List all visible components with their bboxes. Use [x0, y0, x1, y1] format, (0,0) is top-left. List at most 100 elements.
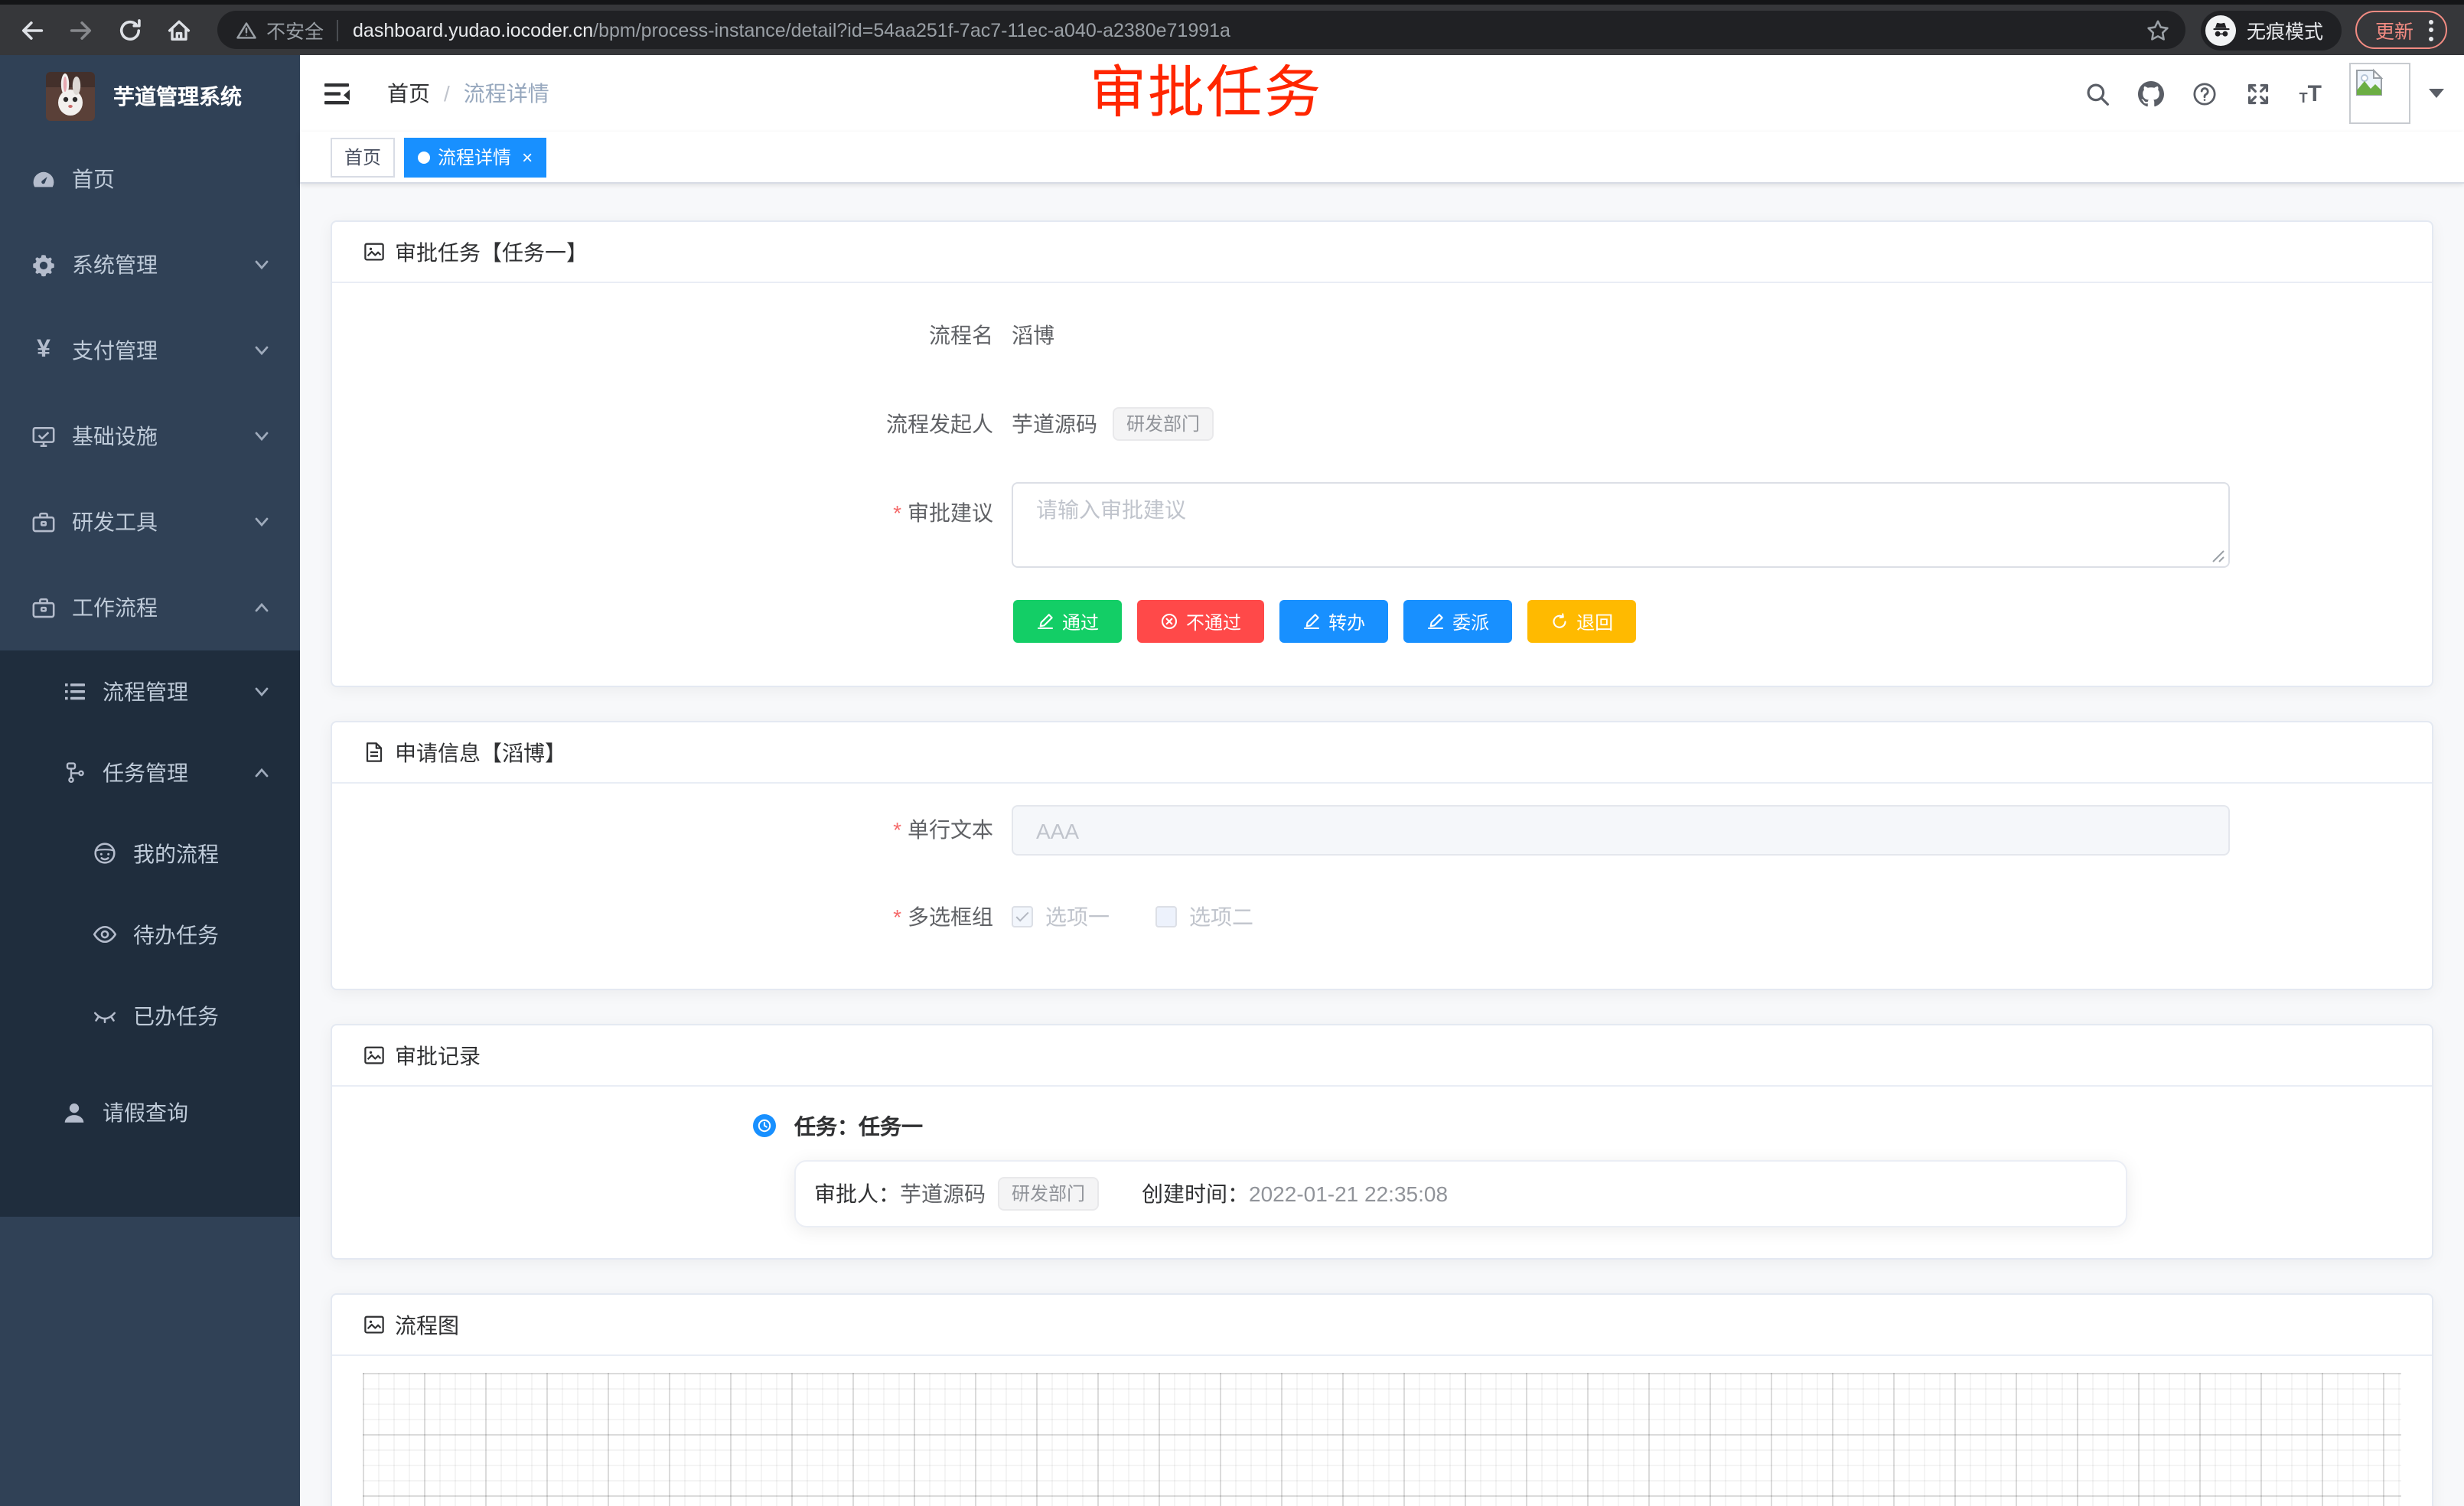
- browser-menu-icon[interactable]: [2424, 19, 2438, 41]
- sidebar-item-label: 基础设施: [72, 421, 158, 451]
- suggestion-textarea-wrap: [1012, 482, 2230, 572]
- sidebar-item-workflow[interactable]: 工作流程: [0, 565, 300, 650]
- list-tree-icon: [61, 678, 87, 704]
- not-secure-icon: [236, 19, 257, 41]
- return-button[interactable]: 退回: [1527, 600, 1636, 643]
- card-title: 审批任务【任务一】: [395, 236, 588, 267]
- sidebar-item-label: 支付管理: [72, 335, 158, 366]
- sidebar-item-leave-query[interactable]: 请假查询: [0, 1056, 300, 1169]
- sidebar-collapse-icon[interactable]: [324, 82, 350, 105]
- circle-close-icon: [1160, 612, 1178, 631]
- browser-reload-icon[interactable]: [116, 16, 144, 44]
- tab-process-detail[interactable]: 流程详情 ×: [404, 137, 546, 177]
- textarea-resize-handle[interactable]: [2211, 549, 2225, 563]
- delegate-button[interactable]: 委派: [1403, 600, 1512, 643]
- tab-close-icon[interactable]: ×: [522, 148, 533, 166]
- initiator-label: 流程发起人: [363, 393, 1012, 455]
- picture-icon: [363, 1044, 386, 1067]
- bpmn-canvas[interactable]: [363, 1373, 2401, 1506]
- github-icon[interactable]: [2139, 80, 2165, 106]
- tab-home[interactable]: 首页: [331, 137, 395, 177]
- form-row-checkboxes: 多选框组 选项一 选项二: [363, 886, 2401, 947]
- sidebar-item-label: 请假查询: [103, 1097, 188, 1128]
- help-icon[interactable]: [2192, 80, 2218, 106]
- transfer-button[interactable]: 转办: [1279, 600, 1388, 643]
- user-icon: [61, 1100, 87, 1126]
- monitor-icon: [31, 423, 57, 449]
- sidebar-item-label: 已办任务: [133, 1000, 219, 1031]
- sidebar-item-task-management[interactable]: 任务管理: [0, 732, 300, 813]
- timeline-detail-card: 审批人： 芋道源码 研发部门 创建时间： 2022-01-21 22:35:08: [794, 1160, 2127, 1227]
- address-bar[interactable]: 不安全 dashboard.yudao.iocoder.cn/bpm/proce…: [217, 11, 2185, 49]
- sidebar-item-process-management[interactable]: 流程管理: [0, 650, 300, 732]
- chevron-down-icon: [254, 683, 269, 699]
- refresh-left-icon: [1550, 612, 1569, 631]
- sidebar-item-done-tasks[interactable]: 已办任务: [0, 975, 300, 1056]
- picture-icon: [363, 240, 386, 263]
- browser-update-button[interactable]: 更新: [2355, 11, 2447, 49]
- approval-timeline: 任务：任务一 审批人： 芋道源码 研发部门 创建时间： 2022-01-21 2…: [753, 1108, 2401, 1227]
- url-path: /bpm/process-instance/detail?id=54aa251f…: [593, 19, 1230, 41]
- red-annotation: 审批任务: [1090, 64, 1322, 121]
- broken-image-icon: [2354, 67, 2384, 98]
- yen-icon: ¥: [31, 337, 57, 363]
- approver-value: 芋道源码: [900, 1178, 986, 1209]
- card-title: 审批记录: [395, 1040, 481, 1071]
- checkbox-group-label: 多选框组: [363, 886, 1012, 947]
- checkbox-option-1: 选项一: [1012, 886, 1110, 947]
- tab-label: 流程详情: [438, 144, 511, 170]
- browser-forward-icon[interactable]: [67, 16, 95, 44]
- checkbox-label: 选项一: [1045, 886, 1110, 947]
- picture-icon: [363, 1313, 386, 1336]
- browser-home-icon[interactable]: [165, 16, 193, 44]
- breadcrumb-home[interactable]: 首页: [387, 78, 430, 109]
- avatar[interactable]: [2349, 63, 2410, 124]
- suggestion-label: 审批建议: [363, 482, 1012, 572]
- sidebar-item-label: 流程管理: [103, 676, 188, 706]
- breadcrumb-separator: /: [444, 81, 450, 106]
- app-logo-row[interactable]: 芋道管理系统: [0, 55, 300, 136]
- application-info-card: 申请信息【滔博】 单行文本 多选框组 选项一: [331, 721, 2433, 990]
- sidebar-item-my-process[interactable]: 我的流程: [0, 813, 300, 894]
- navbar: 首页 / 流程详情 审批任务 TT: [300, 55, 2464, 132]
- approval-records-card: 审批记录 任务：任务一 审批人： 芋道源码 研发部门: [331, 1024, 2433, 1260]
- sidebar-item-label: 首页: [72, 164, 115, 194]
- create-time-value: 2022-01-21 22:35:08: [1249, 1182, 1448, 1206]
- process-diagram-card: 流程图: [331, 1293, 2433, 1506]
- edit-icon: [1426, 612, 1445, 631]
- sidebar-item-todo-tasks[interactable]: 待办任务: [0, 894, 300, 975]
- breadcrumb: 首页 / 流程详情: [387, 78, 549, 109]
- approver-group: 审批人： 芋道源码 研发部门: [814, 1177, 1099, 1211]
- sidebar-item-payment[interactable]: ¥ 支付管理: [0, 308, 300, 393]
- sidebar-item-label: 任务管理: [103, 757, 188, 787]
- sidebar-item-label: 工作流程: [72, 592, 158, 623]
- suggestion-textarea[interactable]: [1012, 482, 2230, 568]
- sidebar-item-home[interactable]: 首页: [0, 136, 300, 222]
- reject-button[interactable]: 不通过: [1137, 600, 1264, 643]
- sidebar-item-devtools[interactable]: 研发工具: [0, 479, 300, 565]
- initiator-value: 芋道源码 研发部门: [1012, 393, 1214, 455]
- fullscreen-icon[interactable]: [2246, 80, 2272, 106]
- bookmark-star-icon[interactable]: [2146, 18, 2170, 42]
- update-label: 更新: [2375, 15, 2413, 44]
- approve-button[interactable]: 通过: [1013, 600, 1122, 643]
- browser-back-icon[interactable]: [18, 16, 46, 44]
- checkbox-label: 选项二: [1189, 886, 1253, 947]
- main-area: 首页 / 流程详情 审批任务 TT 首页 流程详情: [300, 55, 2464, 1506]
- chevron-up-icon: [254, 764, 269, 780]
- application-info-card-header: 申请信息【滔博】: [332, 722, 2432, 784]
- flow-nodes-icon: [61, 759, 87, 785]
- create-time-group: 创建时间： 2022-01-21 22:35:08: [1142, 1178, 1448, 1209]
- approve-task-card-body: 流程名 滔博 流程发起人 芋道源码 研发部门 审批建议: [332, 283, 2432, 686]
- approve-buttons-row: 通过 不通过 转办 委派: [1013, 600, 2401, 643]
- font-size-icon[interactable]: TT: [2299, 82, 2322, 105]
- form-row-text: 单行文本: [363, 805, 2401, 856]
- avatar-caret-icon[interactable]: [2429, 89, 2444, 98]
- sidebar-item-infrastructure[interactable]: 基础设施: [0, 393, 300, 479]
- search-icon[interactable]: [2085, 80, 2111, 106]
- create-time-label: 创建时间：: [1142, 1178, 1249, 1209]
- face-icon: [92, 840, 118, 866]
- initiator-name: 芋道源码: [1012, 393, 1097, 455]
- sidebar-item-system[interactable]: 系统管理: [0, 222, 300, 308]
- workflow-submenu: 流程管理 任务管理 我的流程 待办任务: [0, 650, 300, 1217]
